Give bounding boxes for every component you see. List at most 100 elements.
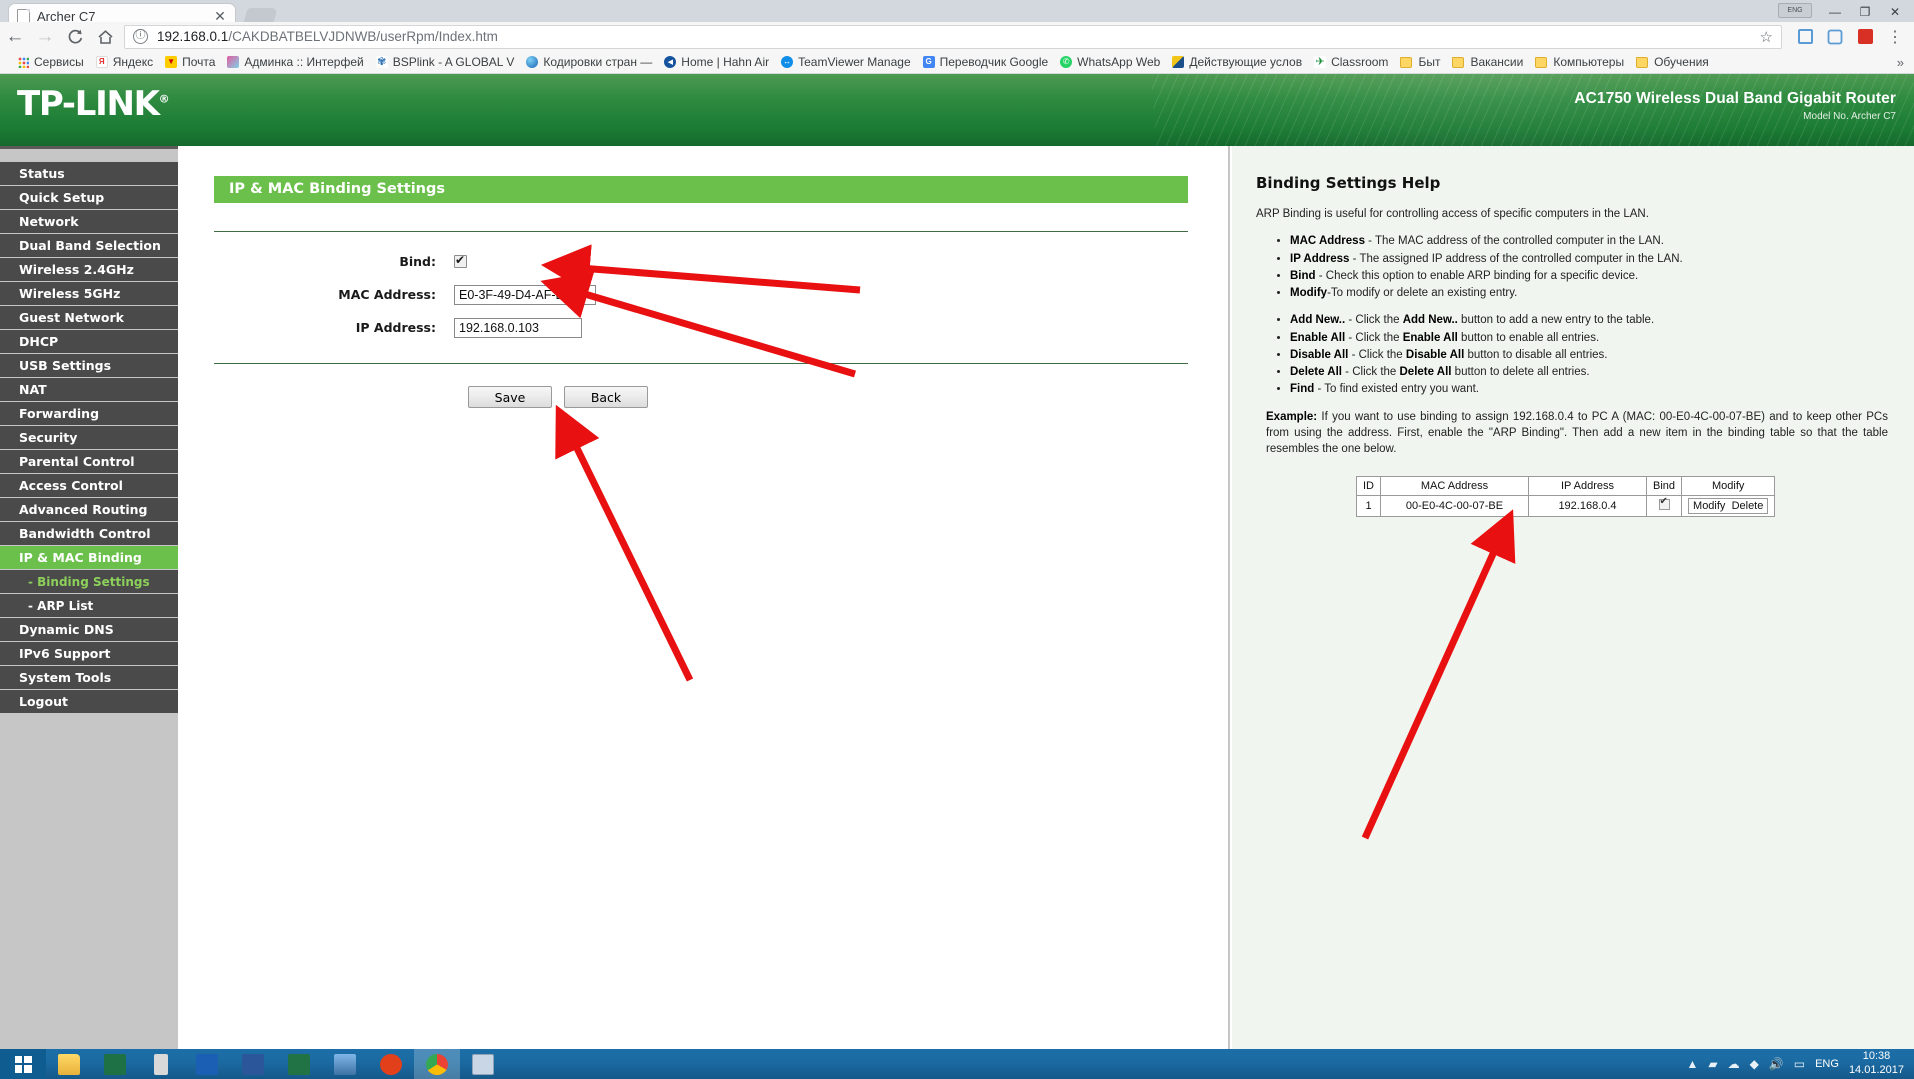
taskbar-outlook[interactable] bbox=[184, 1049, 230, 1079]
mac-address-input[interactable]: E0-3F-49-D4-AF-B6 bbox=[454, 284, 596, 305]
sidebar-item-ip-mac-binding[interactable]: IP & MAC Binding bbox=[0, 546, 178, 570]
maximize-icon[interactable]: ❐ bbox=[1850, 1, 1880, 23]
bind-checkbox[interactable] bbox=[454, 253, 467, 268]
help-desc: - Click the bbox=[1348, 348, 1406, 361]
taskbar-opera[interactable] bbox=[368, 1049, 414, 1079]
bookmark-terms[interactable]: Действующие услов bbox=[1166, 52, 1308, 73]
folder-icon bbox=[1636, 56, 1649, 68]
terms-icon bbox=[1172, 56, 1185, 68]
delete-link[interactable]: Delete bbox=[1732, 500, 1764, 512]
back-button[interactable]: Back bbox=[564, 386, 648, 408]
sidebar-item-system-tools[interactable]: System Tools bbox=[0, 666, 178, 690]
bookmarks-overflow-icon[interactable]: » bbox=[1897, 55, 1914, 70]
adblock-icon[interactable] bbox=[1850, 23, 1880, 51]
help-term: Bind bbox=[1290, 269, 1316, 282]
address-bar[interactable]: ⓘ 192.168.0.1/CAKDBATBELVJDNWB/userRpm/I… bbox=[124, 24, 1782, 49]
taskbar-file-explorer[interactable] bbox=[46, 1049, 92, 1079]
sidebar-menu: Status Quick Setup Network Dual Band Sel… bbox=[0, 146, 178, 1049]
sidebar-item-wireless-24ghz[interactable]: Wireless 2.4GHz bbox=[0, 258, 178, 282]
extension-icon[interactable] bbox=[1820, 23, 1850, 51]
tray-expand-icon[interactable]: ▲ bbox=[1686, 1057, 1698, 1071]
sidebar-item-access-control[interactable]: Access Control bbox=[0, 474, 178, 498]
sidebar-item-security[interactable]: Security bbox=[0, 426, 178, 450]
bookmark-teamviewer[interactable]: ↔ TeamViewer Manage bbox=[775, 52, 917, 73]
taskbar-photo-viewer[interactable] bbox=[322, 1049, 368, 1079]
sidebar-subitem-binding-settings[interactable]: - Binding Settings bbox=[0, 570, 178, 594]
toolbar-actions: ⋮ bbox=[1790, 23, 1914, 51]
home-icon[interactable] bbox=[90, 23, 120, 51]
bookmark-folder-training[interactable]: Обучения bbox=[1630, 52, 1715, 73]
bookmark-google-translate[interactable]: G Переводчик Google bbox=[917, 52, 1055, 73]
cast-icon[interactable] bbox=[1790, 23, 1820, 51]
folder-icon bbox=[1452, 56, 1465, 68]
taskbar-word[interactable] bbox=[230, 1049, 276, 1079]
help-desc: - Click the bbox=[1341, 366, 1400, 379]
language-indicator[interactable]: ENG bbox=[1815, 1058, 1839, 1070]
sidebar-item-network[interactable]: Network bbox=[0, 210, 178, 234]
sidebar-item-wireless-5ghz[interactable]: Wireless 5GHz bbox=[0, 282, 178, 306]
main-content: IP & MAC Binding Settings Bind: MAC Addr… bbox=[178, 146, 1230, 1049]
minimize-icon[interactable]: — bbox=[1820, 1, 1850, 23]
taskbar-excel-green[interactable] bbox=[92, 1049, 138, 1079]
sidebar-item-dual-band-selection[interactable]: Dual Band Selection bbox=[0, 234, 178, 258]
sidebar-top-pad bbox=[0, 149, 178, 162]
help-desc: - Check this option to enable ARP bindin… bbox=[1315, 269, 1639, 282]
taskbar-excel[interactable] bbox=[276, 1049, 322, 1079]
chrome-menu-icon[interactable]: ⋮ bbox=[1880, 23, 1910, 51]
bookmark-folder-vacancies[interactable]: Вакансии bbox=[1446, 52, 1529, 73]
bookmark-yandex[interactable]: Я Яндекс bbox=[90, 52, 159, 73]
help-desc: - Click the bbox=[1345, 331, 1403, 344]
chrome-icon bbox=[426, 1053, 448, 1075]
taskbar-snipping-tool[interactable] bbox=[138, 1049, 184, 1079]
bookmark-classroom[interactable]: ✈ Classroom bbox=[1308, 52, 1394, 73]
sidebar-item-parental-control[interactable]: Parental Control bbox=[0, 450, 178, 474]
sidebar-item-logout[interactable]: Logout bbox=[0, 690, 178, 714]
network-icon[interactable]: ▰ bbox=[1708, 1057, 1717, 1071]
form-row-bind: Bind: bbox=[214, 250, 1188, 273]
extension-glyph bbox=[1827, 29, 1843, 44]
modify-link[interactable]: Modify bbox=[1693, 500, 1725, 512]
sidebar-item-ipv6-support[interactable]: IPv6 Support bbox=[0, 642, 178, 666]
back-icon[interactable]: ← bbox=[0, 23, 30, 51]
bookmark-encodings[interactable]: Кодировки стран — bbox=[520, 52, 658, 73]
sidebar-item-advanced-routing[interactable]: Advanced Routing bbox=[0, 498, 178, 522]
bookmark-folder-computers[interactable]: Компьютеры bbox=[1529, 52, 1630, 73]
sidebar-item-bandwidth-control[interactable]: Bandwidth Control bbox=[0, 522, 178, 546]
start-button[interactable] bbox=[0, 1049, 46, 1079]
clock-time: 10:38 bbox=[1862, 1050, 1891, 1063]
bookmark-whatsapp[interactable]: ✆ WhatsApp Web bbox=[1054, 52, 1166, 73]
bookmark-mail[interactable]: ▼ Почта bbox=[159, 52, 221, 73]
forward-icon[interactable]: → bbox=[30, 23, 60, 51]
reload-icon[interactable] bbox=[60, 23, 90, 51]
clock[interactable]: 10:38 14.01.2017 bbox=[1849, 1050, 1904, 1078]
brand-text: TP-LINK bbox=[17, 84, 160, 124]
sidebar-item-dhcp[interactable]: DHCP bbox=[0, 330, 178, 354]
taskbar-chrome[interactable] bbox=[414, 1049, 460, 1079]
shield-icon[interactable]: ◆ bbox=[1750, 1057, 1759, 1071]
save-button[interactable]: Save bbox=[468, 386, 552, 408]
sidebar-item-status[interactable]: Status bbox=[0, 162, 178, 186]
bookmark-hahn-air[interactable]: ◀ Home | Hahn Air bbox=[658, 52, 775, 73]
help-term-2: Add New.. bbox=[1402, 314, 1458, 327]
sidebar-item-nat[interactable]: NAT bbox=[0, 378, 178, 402]
bookmark-adminka[interactable]: Админка :: Интерфей bbox=[221, 52, 369, 73]
cloud-icon[interactable]: ☁ bbox=[1728, 1057, 1740, 1071]
bookmark-star-icon[interactable]: ☆ bbox=[1760, 28, 1773, 46]
close-window-icon[interactable]: ✕ bbox=[1880, 1, 1910, 23]
speaker-icon[interactable]: 🔊 bbox=[1769, 1057, 1784, 1071]
sidebar-item-dynamic-dns[interactable]: Dynamic DNS bbox=[0, 618, 178, 642]
battery-icon[interactable]: ▭ bbox=[1794, 1057, 1805, 1071]
site-info-icon[interactable]: ⓘ bbox=[133, 29, 148, 44]
taskbar-calculator[interactable] bbox=[460, 1049, 506, 1079]
bookmark-services[interactable]: Сервисы bbox=[12, 52, 90, 73]
sidebar-item-usb-settings[interactable]: USB Settings bbox=[0, 354, 178, 378]
sidebar-item-quick-setup[interactable]: Quick Setup bbox=[0, 186, 178, 210]
sidebar-item-forwarding[interactable]: Forwarding bbox=[0, 402, 178, 426]
table-head: ID MAC Address IP Address Bind Modify bbox=[1356, 475, 1776, 496]
ip-address-input[interactable]: 192.168.0.103 bbox=[454, 317, 582, 338]
form-row-mac: MAC Address: E0-3F-49-D4-AF-B6 bbox=[214, 283, 1188, 306]
sidebar-subitem-arp-list[interactable]: - ARP List bbox=[0, 594, 178, 618]
bookmark-folder-byt[interactable]: Быт bbox=[1394, 52, 1446, 73]
bookmark-bsplink[interactable]: ✾ BSPlink - A GLOBAL V bbox=[370, 52, 521, 73]
sidebar-item-guest-network[interactable]: Guest Network bbox=[0, 306, 178, 330]
